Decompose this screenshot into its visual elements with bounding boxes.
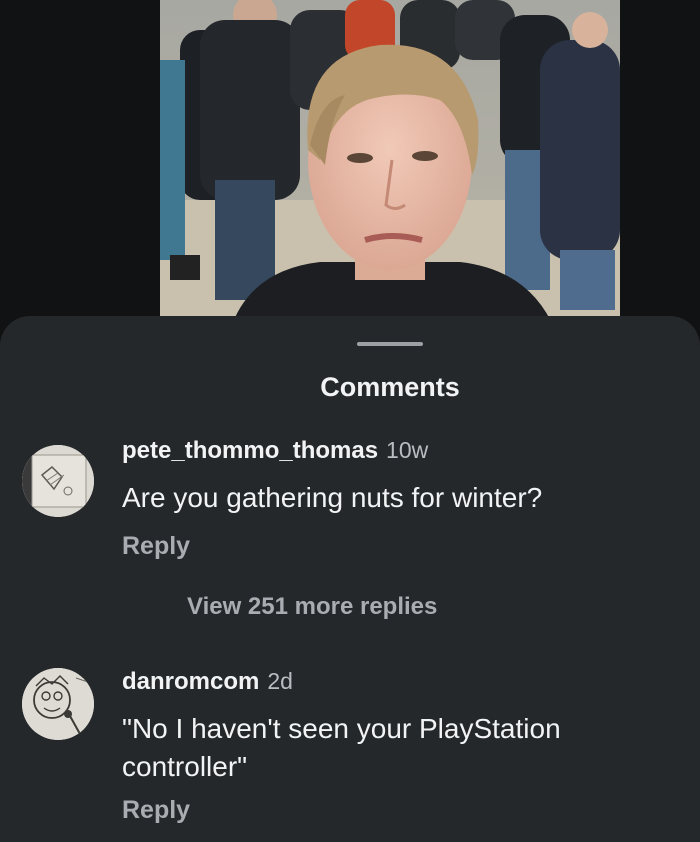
avatar[interactable]	[22, 445, 94, 517]
reply-button[interactable]: Reply	[122, 796, 190, 825]
video-frame-image	[160, 0, 620, 330]
sheet-title: Comments	[320, 372, 460, 402]
user-avatar-image	[22, 668, 94, 740]
video-player[interactable]	[160, 0, 620, 330]
comment-text: "No I haven't seen your PlayStation cont…	[122, 713, 561, 782]
comments-sheet: Comments pete_thommo_thomas 10w Are you g…	[0, 316, 700, 842]
app-screen: Comments pete_thommo_thomas 10w Are you g…	[0, 0, 700, 842]
comment-username[interactable]: pete_thommo_thomas 10w	[122, 437, 428, 465]
comment-text: Are you gathering nuts for winter?	[122, 482, 543, 513]
comment-timestamp: 2d	[267, 668, 293, 694]
username-text[interactable]: pete_thommo_thomas	[122, 437, 378, 464]
letterbox-left	[0, 0, 160, 330]
comment-username[interactable]: danromcom 2d	[122, 668, 293, 696]
letterbox-right	[620, 0, 700, 330]
reply-button[interactable]: Reply	[122, 532, 190, 561]
avatar[interactable]	[22, 668, 94, 740]
drag-handle[interactable]	[357, 342, 423, 346]
view-more-replies-button[interactable]: View 251 more replies	[187, 593, 437, 621]
user-avatar-image	[22, 445, 94, 517]
username-text[interactable]: danromcom	[122, 668, 259, 695]
comment-timestamp: 10w	[386, 437, 429, 463]
